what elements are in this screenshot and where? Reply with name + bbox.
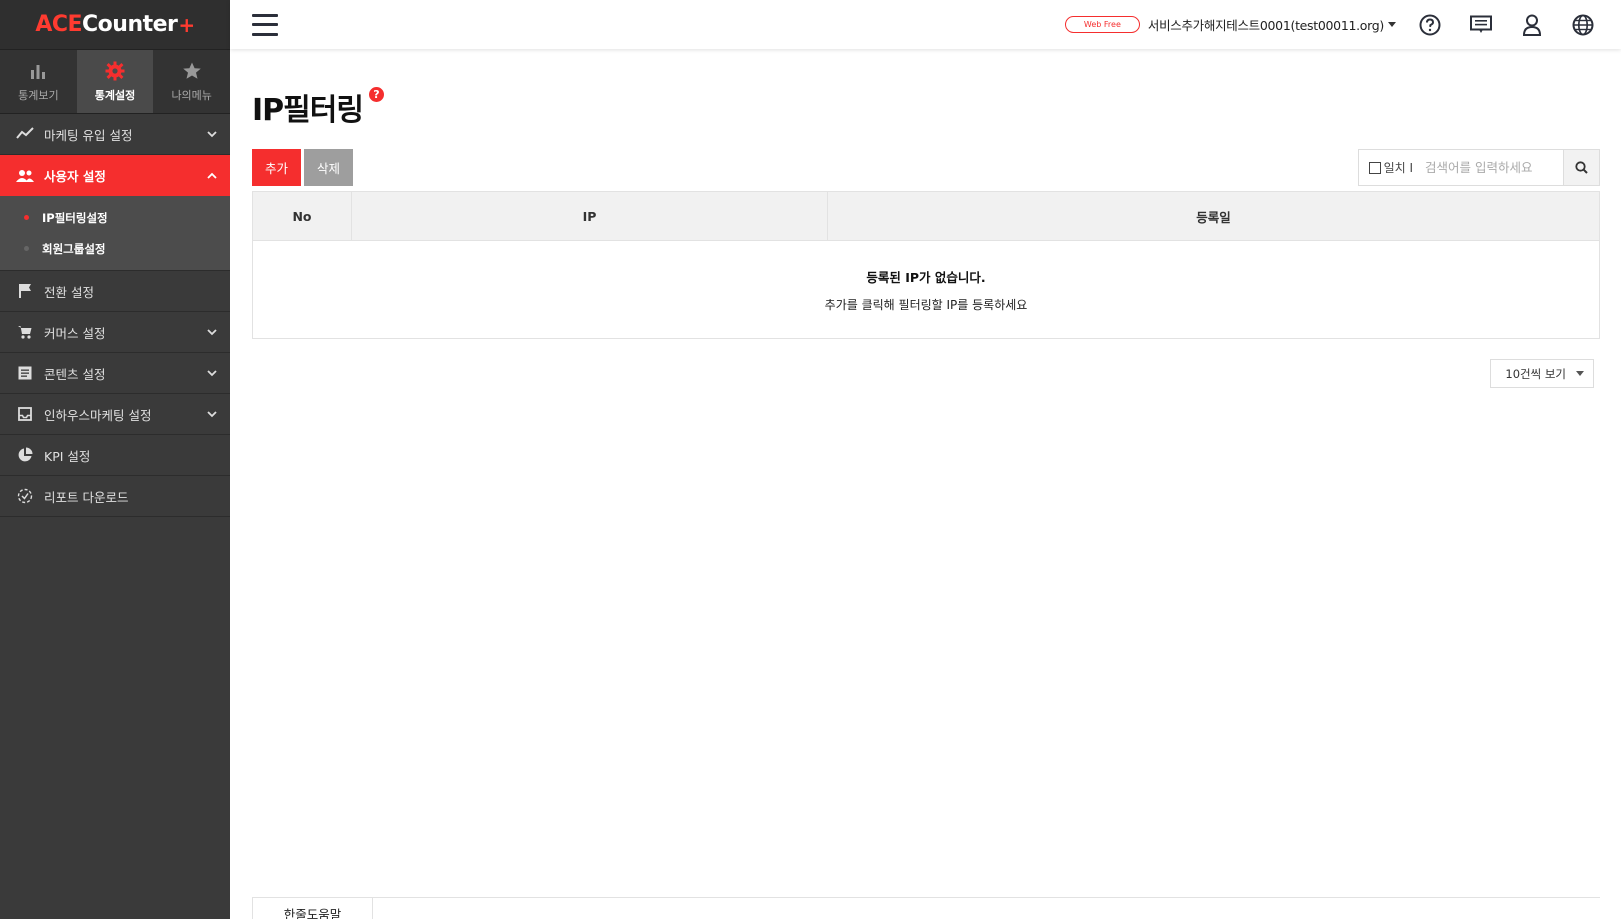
sidebar-item-kpi[interactable]: KPI 설정 [0,435,230,476]
ip-filter-table: No IP 등록일 등록된 IP가 없습니다. 추가를 클릭해 필터링할 IP를… [252,191,1600,339]
empty-state-title: 등록된 IP가 없습니다. [866,269,986,285]
search-input[interactable] [1421,150,1563,185]
sidebar-item-inhouse-marketing[interactable]: 인하우스마케팅 설정 [0,394,230,435]
logo-plus-text: + [178,12,195,37]
chevron-down-icon [207,411,217,418]
sidebar-item-conversion[interactable]: 전환 설정 [0,271,230,312]
submenu-item-label: IP필터링설정 [42,210,108,225]
caret-down-icon [1576,371,1584,376]
exact-match-label: 일치 I [1383,161,1413,175]
add-button[interactable]: 추가 [252,149,302,186]
main-content: IP필터링 ? 추가 삭제 일치 I No IP 등록일 [252,49,1600,388]
table-header-row: No IP 등록일 [252,191,1600,241]
page-size-select[interactable]: 10건씩 보기 [1490,359,1594,388]
toolbar: 추가 삭제 일치 I [252,149,1600,186]
search-box: 일치 I [1357,149,1600,186]
sidebar-item-label: 콘텐츠 설정 [44,366,106,382]
sidebar-top-tabs: 통계보기 통계설정 나의메뉴 [0,50,230,114]
notice-board-icon[interactable] [1469,13,1493,37]
users-icon [16,167,34,185]
sidebar-item-label: 커머스 설정 [44,325,106,341]
tab-one-line-help[interactable]: 한줄도움말 [252,897,373,919]
submenu-item-ip-filtering[interactable]: IP필터링설정 [0,202,230,233]
tab-stats-settings-label: 통계설정 [94,88,136,102]
user-profile-icon[interactable] [1520,13,1544,37]
sidebar-item-label: KPI 설정 [44,448,91,464]
gear-icon [105,61,125,80]
pager-row: 10건씩 보기 [252,359,1600,388]
submenu-item-label: 회원그룹설정 [42,241,106,256]
sidebar-item-contents[interactable]: 콘텐츠 설정 [0,353,230,394]
column-header-ip[interactable]: IP [351,191,828,241]
inbox-icon [16,405,34,423]
page-title-row: IP필터링 ? [252,85,1600,128]
help-circle-icon[interactable] [1418,13,1442,37]
logo-counter-text: Counter [82,12,178,37]
globe-language-icon[interactable] [1571,13,1595,37]
column-header-no[interactable]: No [252,191,352,241]
logo-ace-text: ACE [35,12,83,37]
trend-line-icon [16,125,34,143]
search-icon [1575,161,1588,174]
pie-chart-icon [16,446,34,464]
bottom-tab-bar: 한줄도움말 [252,897,1600,919]
sidebar-item-label: 리포트 다운로드 [44,489,129,505]
account-selector[interactable]: 서비스추가해지테스트0001(test00011.org) [1148,15,1396,34]
chevron-up-icon [207,172,217,179]
tab-my-menu-label: 나의메뉴 [171,88,212,102]
submenu-item-member-group[interactable]: 회원그룹설정 [0,233,230,264]
sidebar-item-label: 마케팅 유입 설정 [44,127,133,143]
tab-stats-view[interactable]: 통계보기 [0,50,77,113]
empty-row: 등록된 IP가 없습니다. 추가를 클릭해 필터링할 IP를 등록하세요 [253,241,1600,339]
hamburger-menu-icon[interactable] [252,13,278,36]
tab-stats-settings[interactable]: 통계설정 [76,50,154,113]
account-name: 서비스추가해지테스트0001(test00011.org) [1147,18,1384,33]
bar-chart-icon [31,64,46,79]
flag-icon [16,282,34,300]
checkbox-square[interactable] [1368,161,1381,174]
chevron-down-icon [207,131,217,138]
sidebar-item-user-settings[interactable]: 사용자 설정 [0,155,230,196]
sidebar-item-report-download[interactable]: 리포트 다운로드 [0,476,230,517]
cart-icon [16,323,34,341]
download-icon [16,487,34,505]
plan-badge: Web Free [1064,16,1140,33]
sidebar-item-label: 사용자 설정 [44,169,106,184]
tab-my-menu[interactable]: 나의메뉴 [153,50,230,113]
empty-state: 등록된 IP가 없습니다. 추가를 클릭해 필터링할 IP를 등록하세요 [253,241,1600,339]
tab-stats-view-label: 통계보기 [18,88,59,102]
caret-down-icon [1388,22,1396,27]
app-logo[interactable]: ACE Counter + [0,0,230,50]
active-dot-icon [24,215,29,220]
page-size-value: 10건씩 보기 [1505,366,1566,381]
top-header: Web Free 서비스추가해지테스트0001(test00011.org) [230,0,1621,49]
exact-match-checkbox[interactable]: 일치 I [1359,150,1421,185]
sidebar-item-label: 인하우스마케팅 설정 [44,407,152,423]
header-right: Web Free 서비스추가해지테스트0001(test00011.org) [1064,13,1595,37]
sidebar-item-commerce[interactable]: 커머스 설정 [0,312,230,353]
dot-icon [24,246,29,251]
sidebar: ACE Counter + 통계보기 통계설정 나의메뉴 마케팅 유입 설정 사용자… [0,0,230,919]
page-title: IP필터링 [252,93,364,128]
chevron-down-icon [207,370,217,377]
chevron-down-icon [207,329,217,336]
empty-state-message: 추가를 클릭해 필터링할 IP를 등록하세요 [824,297,1028,312]
column-header-registered-date[interactable]: 등록일 [827,191,1600,241]
star-icon [182,62,201,79]
user-settings-submenu: IP필터링설정 회원그룹설정 [0,196,230,271]
delete-button[interactable]: 삭제 [304,149,354,186]
document-icon [16,364,34,382]
sidebar-item-label: 전환 설정 [44,284,94,300]
sidebar-item-marketing[interactable]: 마케팅 유입 설정 [0,114,230,155]
search-button[interactable] [1563,150,1599,185]
question-help-icon[interactable]: ? [368,87,384,102]
